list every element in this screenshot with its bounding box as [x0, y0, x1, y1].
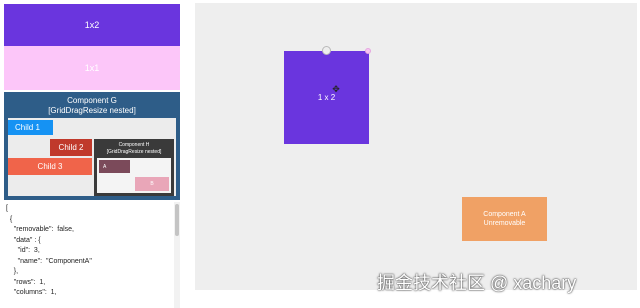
- grid-block-1x2[interactable]: 1x2: [4, 4, 180, 46]
- child-3[interactable]: Child 3: [8, 158, 92, 175]
- child-2[interactable]: Child 2: [50, 139, 92, 156]
- layout-json-viewer[interactable]: [ { "removable": false, "data" : { "id":…: [4, 202, 180, 308]
- json-scrollbar-thumb[interactable]: [175, 204, 179, 236]
- child-1[interactable]: Child 1: [8, 120, 53, 135]
- component-h[interactable]: Component H [GridDragResize nested] A B: [94, 139, 174, 196]
- left-panel: 1x2 1x1 Component G [GridDragResize nest…: [0, 0, 184, 308]
- watermark: 掘金技术社区 @ xachary: [377, 273, 577, 293]
- json-line: "id": 3,: [6, 247, 40, 254]
- component-h-item-a[interactable]: A: [99, 160, 130, 173]
- move-cursor-icon: ✥: [332, 84, 340, 94]
- block-label: 1x2: [84, 20, 100, 30]
- dragging-block-1x2[interactable]: 1 x 2: [284, 51, 369, 144]
- corner-resize-dot[interactable]: [365, 48, 371, 54]
- component-g-title: Component G [GridDragResize nested]: [48, 96, 136, 115]
- json-line: {: [6, 215, 13, 223]
- component-h-title: Component H [GridDragResize nested]: [106, 142, 162, 155]
- component-a[interactable]: Component A Unremovable: [462, 197, 547, 241]
- resize-handle[interactable]: [322, 46, 331, 55]
- json-line: "name": "ComponentA": [6, 257, 92, 265]
- json-line: },: [6, 268, 19, 275]
- component-a-status: Unremovable: [483, 220, 526, 227]
- grid-block-1x1[interactable]: 1x1: [4, 46, 180, 90]
- json-line: "rows": 1,: [6, 278, 46, 286]
- layout-json-text: [ { "removable": false, "data" : { "id":…: [4, 202, 180, 299]
- component-a-title: Component A: [483, 211, 526, 218]
- json-line: "data" : {: [6, 236, 41, 244]
- component-h-item-b[interactable]: B: [135, 177, 169, 191]
- grid-canvas[interactable]: [195, 3, 637, 290]
- dragging-block-label: 1 x 2: [317, 93, 336, 102]
- block-label: 1x1: [84, 63, 100, 73]
- json-line: [: [6, 205, 8, 212]
- json-line: "columns": 1,: [6, 289, 57, 296]
- json-line: "removable": false,: [6, 226, 74, 233]
